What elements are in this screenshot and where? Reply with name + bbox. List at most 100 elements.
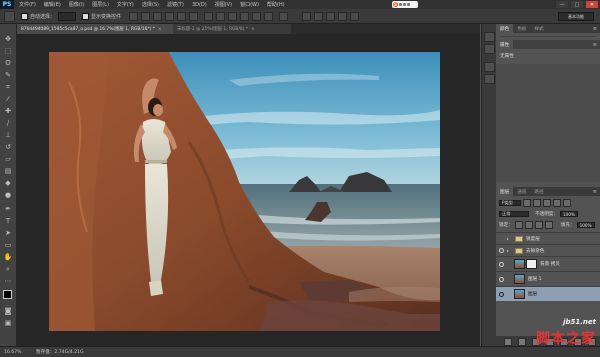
layer-filter-dropdown[interactable]: P类型 (499, 200, 521, 206)
menu-filter[interactable]: 滤镜(T) (167, 1, 184, 8)
eyedropper-tool-icon[interactable]: ⁄ (3, 94, 13, 104)
3d-slide-icon[interactable] (350, 11, 360, 21)
lasso-tool-icon[interactable]: ʘ (3, 58, 13, 68)
screen-mode-icon[interactable]: ▣ (3, 318, 13, 328)
menu-type[interactable]: 文字(Y) (117, 1, 134, 8)
move-tool-preset-icon[interactable] (4, 10, 15, 22)
menu-layer[interactable]: 图层(L) (92, 1, 109, 8)
visibility-eye-icon[interactable] (499, 248, 504, 253)
distribute-hcenter-icon[interactable] (252, 11, 262, 21)
menu-image[interactable]: 图像(I) (69, 1, 84, 8)
tab-properties[interactable]: 属性 (496, 40, 514, 49)
distribute-vcenter-icon[interactable] (216, 11, 226, 21)
tab-channels[interactable]: 通道 (513, 187, 530, 196)
panel-menu-icon[interactable]: ≡ (593, 189, 597, 195)
tab-color[interactable]: 颜色 (496, 24, 514, 33)
fill-input[interactable]: 100% (576, 222, 595, 228)
opacity-input[interactable]: 100% (559, 211, 578, 217)
layer-row-selected[interactable]: 图层 (496, 286, 600, 301)
history-brush-tool-icon[interactable]: ↺ (3, 142, 13, 152)
type-tool-icon[interactable]: T (3, 216, 13, 226)
brush-tool-icon[interactable]: ∕ (3, 118, 13, 128)
distribute-right-icon[interactable] (264, 11, 274, 21)
menu-file[interactable]: 文件(F) (19, 1, 36, 8)
ime-punct-icon[interactable] (403, 3, 406, 6)
filter-smart-icon[interactable] (563, 199, 571, 207)
tab-document-untitled[interactable]: 未标题-1 @ 25%(图层 1, RGB/8) * × (173, 24, 291, 34)
maximize-button[interactable]: □ (571, 1, 583, 8)
pen-tool-icon[interactable]: ✒ (3, 204, 13, 214)
document-canvas[interactable] (49, 52, 440, 331)
align-right-icon[interactable] (189, 11, 199, 21)
layer-row[interactable]: 背景 拷贝 (496, 256, 600, 271)
clone-stamp-tool-icon[interactable]: ⊥ (3, 130, 13, 140)
ime-toolbar[interactable]: S (392, 1, 418, 8)
visibility-eye-icon[interactable] (499, 291, 504, 297)
move-tool-icon[interactable]: ✥ (3, 34, 13, 44)
visibility-eye-icon[interactable] (499, 261, 504, 267)
healing-brush-tool-icon[interactable]: ✚ (3, 106, 13, 116)
show-transform-checkbox[interactable] (82, 12, 90, 20)
visibility-eye-icon[interactable] (499, 236, 504, 241)
minimize-button[interactable]: — (556, 1, 568, 8)
3d-roll-icon[interactable] (326, 11, 336, 21)
dodge-tool-icon[interactable]: ● (3, 190, 13, 200)
layer-row[interactable]: ▸ 去除杂色 (496, 244, 600, 256)
auto-align-icon[interactable] (279, 11, 289, 21)
panel-menu-icon[interactable]: ≡ (593, 26, 597, 32)
eraser-tool-icon[interactable]: ▱ (3, 154, 13, 164)
filter-shape-icon[interactable] (553, 199, 561, 207)
expand-arrow-icon[interactable]: ▸ (507, 236, 509, 241)
expand-arrow-icon[interactable]: ▸ (507, 248, 509, 253)
lock-all-icon[interactable] (544, 221, 553, 229)
layer-row[interactable]: 图层 1 (496, 271, 600, 286)
more-tools-icon[interactable]: ⋯ (3, 276, 13, 286)
align-bottom-icon[interactable] (153, 11, 163, 21)
close-button[interactable]: ✕ (586, 1, 598, 8)
lock-transparent-icon[interactable] (514, 221, 523, 229)
zoom-tool-icon[interactable]: ⌕ (3, 264, 13, 274)
3d-pan-icon[interactable] (338, 11, 348, 21)
workspace-dropdown[interactable]: 基本功能 (558, 12, 594, 21)
align-hcenter-icon[interactable] (177, 11, 187, 21)
ime-keyboard-icon[interactable] (407, 3, 410, 6)
foreground-color-swatch[interactable] (3, 290, 12, 299)
ime-mode-icon[interactable] (399, 3, 402, 6)
tab-styles[interactable]: 样式 (530, 24, 547, 33)
quick-mask-icon[interactable]: ◙ (3, 306, 13, 316)
blur-tool-icon[interactable]: ◆ (3, 178, 13, 188)
character-panel-icon[interactable] (484, 62, 495, 72)
menu-window[interactable]: 窗口(W) (240, 1, 259, 8)
tab-paths[interactable]: 路径 (530, 187, 547, 196)
shape-tool-icon[interactable]: ▭ (3, 240, 13, 250)
lock-position-icon[interactable] (534, 221, 543, 229)
doc-info[interactable]: 暂存盘：2.74G/4.21G (36, 349, 84, 355)
menu-3d[interactable]: 3D(D) (192, 2, 207, 8)
tab-swatches[interactable]: 色板 (513, 24, 530, 33)
filter-pixel-icon[interactable] (523, 199, 531, 207)
auto-select-checkbox[interactable] (21, 12, 28, 20)
menu-edit[interactable]: 编辑(E) (44, 1, 61, 8)
3d-mode-icon[interactable] (302, 11, 312, 21)
distribute-top-icon[interactable] (204, 11, 214, 21)
align-left-icon[interactable] (165, 11, 175, 21)
visibility-eye-icon[interactable] (499, 276, 504, 282)
tab-document-active[interactable]: 8764494089_1585c5ca87_o.psd @ 16.7%(图层 1… (17, 24, 180, 34)
distribute-bottom-icon[interactable] (228, 11, 238, 21)
canvas-area[interactable] (17, 34, 480, 346)
filter-type-icon[interactable] (543, 199, 551, 207)
actions-panel-icon[interactable] (484, 44, 495, 54)
menu-view[interactable]: 视图(V) (215, 1, 232, 8)
paragraph-panel-icon[interactable] (484, 74, 495, 84)
blend-mode-dropdown[interactable]: 正常 (499, 211, 529, 217)
tab-close-icon[interactable]: × (158, 27, 162, 32)
menu-help[interactable]: 帮助(H) (267, 1, 285, 8)
tab-close-icon[interactable]: × (251, 27, 255, 32)
link-layers-icon[interactable] (504, 338, 512, 346)
panel-menu-icon[interactable]: ≡ (593, 42, 597, 48)
gradient-tool-icon[interactable]: ▤ (3, 166, 13, 176)
crop-tool-icon[interactable]: ⌗ (3, 82, 13, 92)
tab-layers[interactable]: 图层 (496, 187, 514, 196)
menu-select[interactable]: 选择(S) (142, 1, 159, 8)
layer-row[interactable]: ▸ 锐度层 (496, 232, 600, 244)
